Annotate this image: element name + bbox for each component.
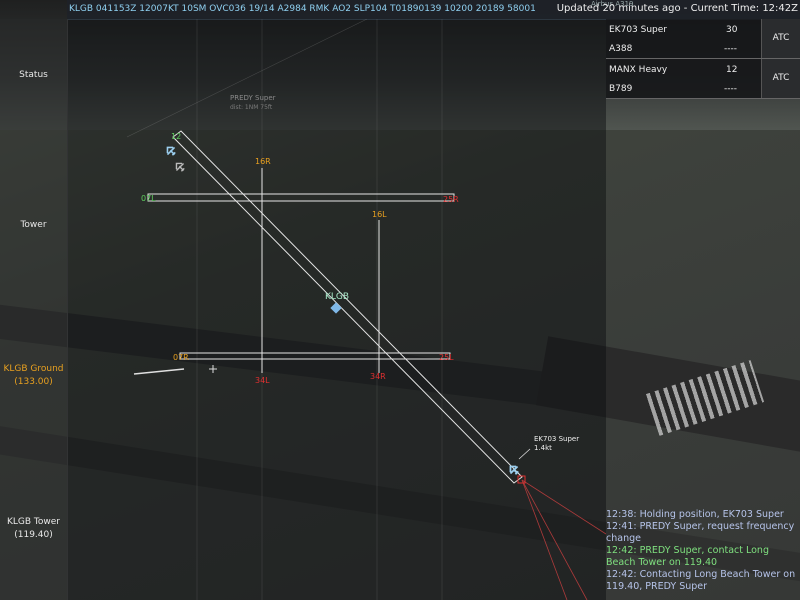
runway-07r-25l — [179, 352, 451, 360]
flight-strip[interactable]: EK703 Super 30 A388 ---- ATC — [606, 19, 800, 59]
label-12: 12 — [171, 132, 181, 141]
strip-dashes: ---- — [724, 44, 737, 54]
radar-scope[interactable]: KLGB 07L 25R 07R 25L 16R 16L 34L 34R 12 … — [67, 19, 606, 600]
update-time: Updated 20 minutes ago - Current Time: 1… — [556, 3, 798, 14]
faint-tag-callsign: PREDY Super — [230, 94, 276, 102]
log-line: 12:42: PREDY Super, contact Long Beach T… — [606, 545, 769, 568]
strip-dashes: ---- — [724, 84, 737, 94]
strip-aircraft-type: B789 — [609, 84, 633, 94]
right-panel: EK703 Super 30 A388 ---- ATC MANX Heavy … — [606, 19, 800, 600]
status-label: Status — [19, 70, 48, 80]
approach-lines — [521, 479, 606, 600]
faint-path — [126, 19, 368, 138]
crosshair-marker — [209, 365, 217, 373]
strip-aircraft-type: A388 — [609, 44, 633, 54]
strip-callsign: MANX Heavy — [609, 65, 668, 75]
ground-frequency-button[interactable]: KLGB Ground (133.00) — [0, 363, 67, 389]
ground-name: KLGB Ground — [3, 364, 64, 374]
strip-number: 12 — [726, 65, 738, 75]
aircraft-icon[interactable] — [173, 160, 187, 174]
log-line: 12:42: Contacting Long Beach Tower on 11… — [606, 569, 796, 592]
metar-text: KLGB 041153Z 12007KT 10SM OVC036 19/14 A… — [69, 4, 536, 14]
status-button[interactable]: Status — [0, 69, 67, 82]
aircraft-icon[interactable] — [507, 463, 521, 477]
tower-freq: (119.40) — [14, 530, 53, 540]
airport-label: KLGB — [325, 292, 349, 302]
label-34l: 34L — [255, 376, 270, 385]
tower-button[interactable]: Tower — [0, 219, 67, 232]
airport-marker-icon[interactable] — [330, 302, 342, 314]
message-log: 12:38: Holding position, EK703 Super 12:… — [606, 509, 800, 600]
label-25l: 25L — [439, 353, 454, 362]
aircraft-tag-callsign: EK703 Super — [534, 435, 579, 443]
log-line: 12:38: Holding position, EK703 Super — [606, 509, 784, 520]
tower-frequency-button[interactable]: KLGB Tower (119.40) — [0, 516, 67, 542]
left-panel: Status Tower KLGB Ground (133.00) KLGB T… — [0, 19, 68, 600]
ground-freq: (133.00) — [14, 377, 53, 387]
label-07r: 07R — [173, 353, 189, 362]
flight-strip[interactable]: MANX Heavy 12 B789 ---- ATC — [606, 59, 800, 99]
strip-callsign: EK703 Super — [609, 25, 667, 35]
atc-button[interactable]: ATC — [761, 59, 800, 98]
runway-12-30 — [172, 130, 523, 484]
tag-leader-line — [518, 448, 531, 460]
atc-button[interactable]: ATC — [761, 19, 800, 58]
label-25r: 25R — [443, 195, 459, 204]
radar-svg: KLGB 07L 25R 07R 25L 16R 16L 34L 34R 12 … — [126, 19, 606, 600]
faint-tag-info: dist: 1NM 75ft — [230, 104, 273, 111]
label-16r: 16R — [255, 157, 271, 166]
tower-label: Tower — [20, 220, 47, 230]
runway-07l-25r — [147, 193, 455, 202]
label-07l: 07L — [141, 194, 156, 203]
log-line: 12:41: PREDY Super, request frequency ch… — [606, 521, 795, 544]
label-34r: 34R — [370, 372, 386, 381]
label-16l: 16L — [372, 210, 387, 219]
top-bar: KLGB 041153Z 12007KT 10SM OVC036 19/14 A… — [67, 0, 800, 20]
tower-name: KLGB Tower — [7, 517, 60, 527]
strip-number: 30 — [726, 25, 738, 35]
aircraft-tag-speed: 1.4kt — [534, 444, 552, 452]
aircraft-icon[interactable] — [164, 144, 178, 158]
heading-line — [133, 368, 185, 375]
